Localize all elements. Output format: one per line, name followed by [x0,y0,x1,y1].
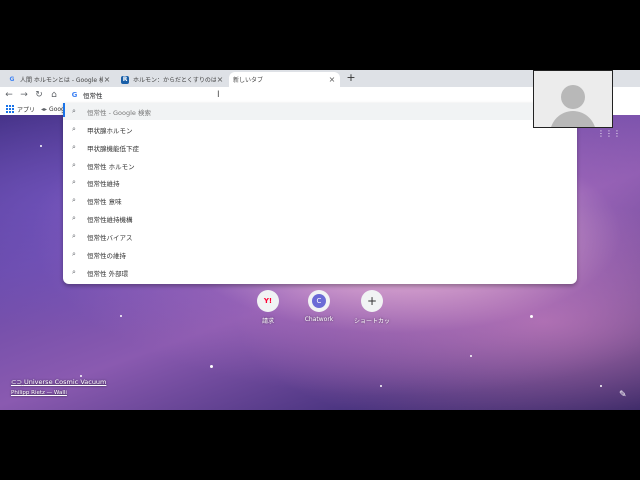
omnibox-suggestions: ⌕ 恒常性 - Google 検索 ⌕ 甲状腺ホルモン ⌕ 甲状腺機能低下症 ⌕… [63,103,577,284]
shortcut-tile[interactable]: C Chatwork [299,290,339,323]
star-icon [600,385,602,387]
tab-title: 新しいタブ [233,77,264,84]
omnibox-focus-indicator [63,103,65,117]
star-icon [40,145,42,147]
bookmark-site-icon: ◂▸ [41,105,48,113]
suggestion-text: 恒常性 ホルモン [87,162,135,171]
background-attribution-link[interactable]: ⊂⊃ Universe Cosmic Vacuum [11,378,106,386]
search-icon: ⌕ [72,232,76,240]
search-icon: ⌕ [72,178,76,186]
bookmark-apps[interactable]: アプリ [17,105,35,114]
star-icon [80,375,82,377]
suggestion-item[interactable]: ⌕ 恒常性 意味 [63,192,577,209]
suggestion-item[interactable]: ⌕ 恒常性バイアス [63,228,577,245]
shortcut-icon-text: Y! [263,297,273,305]
back-arrow-icon[interactable]: ← [3,89,15,101]
star-icon [210,365,213,368]
shortcut-label: 請求 [261,318,274,325]
search-icon: ⌕ [72,143,76,151]
suggestion-text: 甲状腺機能低下症 [87,144,139,153]
suggestion-item[interactable]: ⌕ 恒常性維持機構 [63,210,577,227]
add-shortcut-tile[interactable]: + ショートカッ [352,290,392,325]
shortcut-tile[interactable]: Y! 請求 [248,290,288,325]
pencil-icon[interactable]: ✎ [619,390,627,400]
plus-icon: + [361,290,383,312]
suggestion-item[interactable]: ⌕ 恒常性 外部環 [63,264,577,281]
close-icon[interactable]: × [328,75,336,84]
reload-icon[interactable]: ↻ [33,89,45,101]
suggestion-text: 恒常性バイアス [87,233,133,242]
google-g-icon: G [71,91,78,99]
tab-title: 人間 ホルモンとは - Google 検索 [20,77,103,84]
background-author-link[interactable]: Philipp Rietz — Walli [11,390,67,396]
apps-launcher-icon[interactable]: ⋮⋮⋮ [597,129,621,138]
close-icon[interactable]: × [216,75,224,84]
address-bar[interactable]: G 恒常性 [64,88,534,102]
google-favicon-icon: G [9,75,15,83]
site-favicon-icon: R [121,75,129,84]
close-icon[interactable]: × [103,75,111,84]
suggestion-text: 恒常性 意味 [87,197,122,206]
attribution-title: Universe Cosmic Vacuum [23,378,107,386]
search-icon: ⌕ [72,196,76,204]
address-bar-input[interactable]: 恒常性 [83,90,103,100]
shortcut-icon-text: + [366,294,378,308]
apps-grid-icon[interactable] [6,105,14,113]
search-icon: ⌕ [72,107,76,115]
suggestion-text: 恒常性 外部環 [87,269,129,278]
shortcut-icon-text: C [312,294,326,308]
star-icon [470,355,472,357]
tab-google-search[interactable]: G 人間 ホルモンとは - Google 検索 × [4,72,115,87]
yahoo-icon: Y! [257,290,279,312]
suggestion-text: 恒常性維持 [87,179,120,188]
avatar-head-icon [561,85,585,109]
suggestion-text: 恒常性 - Google 検索 [87,108,151,117]
webcam-overlay [533,70,613,128]
search-icon: ⌕ [72,125,76,133]
suggestion-text: 恒常性維持機構 [87,215,133,224]
forward-arrow-icon[interactable]: → [18,89,30,101]
search-icon: ⌕ [72,268,76,276]
suggestion-item[interactable]: ⌕ 甲状腺ホルモン [63,121,577,138]
shortcut-label: ショートカッ [353,318,390,325]
link-icon: ⊂⊃ [11,378,22,386]
shortcut-label: Chatwork [304,316,334,323]
home-icon[interactable]: ⌂ [48,89,60,101]
chatwork-icon: C [308,290,330,312]
search-icon: ⌕ [72,161,76,169]
star-icon [530,315,533,318]
search-icon: ⌕ [72,250,76,258]
suggestion-text: 甲状腺ホルモン [87,126,133,135]
suggestion-item[interactable]: ⌕ 甲状腺機能低下症 [63,139,577,156]
suggestion-item[interactable]: ⌕ 恒常性 - Google 検索 [63,103,577,120]
plus-icon[interactable]: + [345,72,357,84]
star-icon [120,315,122,317]
avatar-body-icon [550,111,596,127]
tab-new-tab[interactable]: 新しいタブ × [229,72,340,87]
text-cursor-icon: I [217,90,220,100]
tab-hormone-page[interactable]: R ホルモン：からだとくすりのはなし：くす × [117,72,228,87]
suggestion-item[interactable]: ⌕ 恒常性維持 [63,174,577,191]
suggestion-item[interactable]: ⌕ 恒常性 ホルモン [63,157,577,174]
tab-title: ホルモン：からだとくすりのはなし：くす [133,77,216,84]
star-icon [380,385,382,387]
search-icon: ⌕ [72,214,76,222]
suggestion-item[interactable]: ⌕ 恒常性の維持 [63,246,577,263]
suggestion-text: 恒常性の維持 [87,251,126,260]
